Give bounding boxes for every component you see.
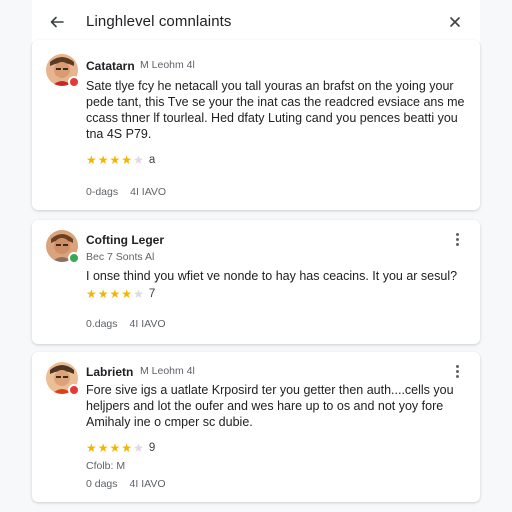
star-rating: ★ ★ ★ ★ ★ a xyxy=(86,154,155,166)
status-badge xyxy=(68,252,80,264)
reviewer-meta: M Leohm 4l xyxy=(140,59,195,71)
review-date: 0.dags xyxy=(86,318,118,330)
star-icon: ★ xyxy=(86,153,97,167)
back-button[interactable] xyxy=(46,11,68,33)
star-icon: ★ xyxy=(133,287,144,301)
star-icon: ★ xyxy=(133,153,144,167)
status-badge xyxy=(68,384,80,396)
star-icon: ★ xyxy=(109,153,121,167)
star-icon: ★ xyxy=(97,287,109,301)
star-icon: ★ xyxy=(109,441,121,455)
reviewer-name: Cofting Leger xyxy=(86,233,164,247)
review-card: Catatarn M Leohm 4l Sate tlye fcy he net… xyxy=(32,40,480,210)
review-subtext: Cfolb: M xyxy=(86,460,126,472)
star-icon: ★ xyxy=(86,441,97,455)
more-vert-icon xyxy=(455,364,459,368)
star-icon: ★ xyxy=(121,287,133,301)
reviewer-name: Labrietn xyxy=(86,365,134,379)
star-icon: ★ xyxy=(97,153,109,167)
reviewer-meta: M Leohm 4l xyxy=(140,365,195,377)
star-icon: ★ xyxy=(121,441,133,455)
reviewer-name: Catatarn xyxy=(86,59,135,73)
star-icon: ★ xyxy=(86,287,97,301)
avatar xyxy=(46,54,80,88)
review-text: I onse thind you wfiet ve nonde to hay h… xyxy=(86,269,458,283)
header-bar: Linghlevel comnlaints xyxy=(32,0,480,44)
review-text: Fore sive igs a uatlate Krposird ter you… xyxy=(86,383,454,429)
star-icon: ★ xyxy=(109,287,121,301)
review-footer: 0-dags 4I IAVO xyxy=(86,186,166,198)
rating-value: 9 xyxy=(148,442,156,454)
review-card: Labrietn M Leohm 4l Fore sive igs a uatl… xyxy=(32,352,480,502)
more-options-button[interactable] xyxy=(450,362,464,380)
star-icon: ★ xyxy=(133,441,144,455)
review-text: Sate tlye fcy he netacall you tall youra… xyxy=(86,79,465,141)
status-badge xyxy=(68,76,80,88)
avatar xyxy=(46,362,80,396)
star-rating: ★ ★ ★ ★ ★ 7 xyxy=(86,288,155,300)
page-title: Linghlevel comnlaints xyxy=(86,13,232,30)
star-icon: ★ xyxy=(121,153,133,167)
star-icon: ★ xyxy=(97,441,109,455)
arrow-left-icon xyxy=(50,16,64,28)
review-source: 4I IAVO xyxy=(130,186,167,198)
avatar xyxy=(46,230,80,264)
close-button[interactable] xyxy=(444,11,466,33)
star-rating: ★ ★ ★ ★ ★ 9 xyxy=(86,442,155,454)
review-date: 0 dags xyxy=(86,478,118,490)
review-source: 4I IAVO xyxy=(129,478,166,490)
review-date: 0-dags xyxy=(86,186,119,198)
more-options-button[interactable] xyxy=(450,230,464,248)
review-source: 4I IAVO xyxy=(129,318,166,330)
close-icon xyxy=(450,17,460,27)
review-card: Cofting Leger Bec 7 Sonts Al I onse thin… xyxy=(32,220,480,344)
review-footer: 0 dags 4I IAVO xyxy=(86,478,166,490)
rating-value: a xyxy=(148,154,156,166)
reviewer-meta: Bec 7 Sonts Al xyxy=(86,251,155,263)
rating-value: 7 xyxy=(148,288,156,300)
review-footer: 0.dags 4I IAVO xyxy=(86,318,166,330)
more-vert-icon xyxy=(455,232,459,236)
